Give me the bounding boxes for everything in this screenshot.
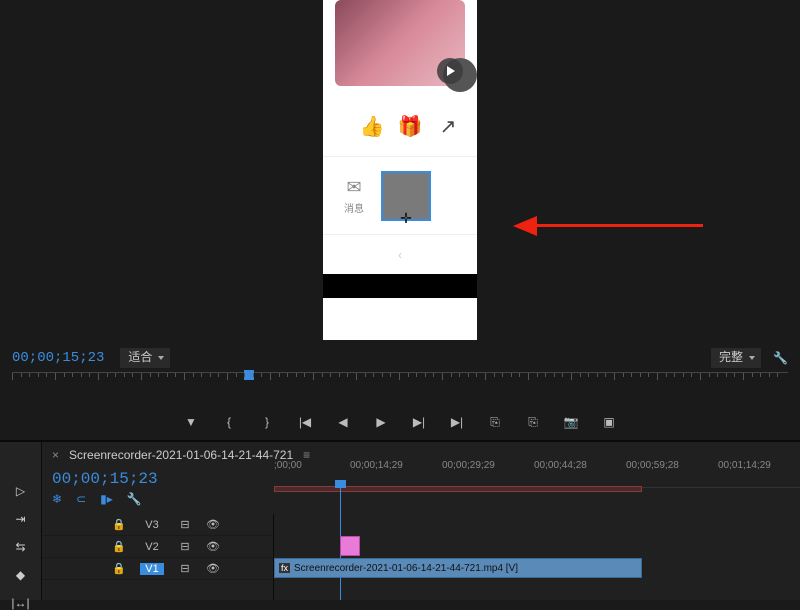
track-label[interactable]: V2 <box>140 541 164 553</box>
ruler-tick: ;00;00 <box>274 460 302 471</box>
track-v2-header[interactable]: 🔒 V2 ⊟ 👁 <box>42 536 273 558</box>
ruler-tick: 00;00;59;28 <box>626 460 679 471</box>
eye-icon[interactable]: 👁 <box>206 518 220 531</box>
track-v1-header[interactable]: 🔒 V1 ⊟ 👁 <box>42 558 273 580</box>
transport-controls: ▼ { } |◀ ◀ ▶ ▶| ▶| ⎘ ⎘ 📷 ▣ <box>0 408 800 436</box>
mark-out-button[interactable]: } <box>258 413 276 431</box>
mark-in-button[interactable]: { <box>220 413 238 431</box>
goto-out-button[interactable]: ▶| <box>448 413 466 431</box>
program-timecode[interactable]: 00;00;15;23 <box>12 350 104 366</box>
letterbox-bar <box>323 274 477 298</box>
ruler-tick: 00;00;14;29 <box>350 460 403 471</box>
slip-tool-icon[interactable]: |↔| <box>11 596 31 610</box>
linked-selection-icon[interactable]: ⊂ <box>76 492 86 506</box>
clip-mosaic[interactable] <box>340 536 360 556</box>
preview-icon-row: 👍 🎁 ↗ <box>323 96 477 156</box>
step-back-button[interactable]: ◀ <box>334 413 352 431</box>
track-v3-header[interactable]: 🔒 V3 ⊟ 👁 <box>42 514 273 536</box>
track-label[interactable]: V1 <box>140 563 164 575</box>
razor-tool-icon[interactable]: ◆ <box>11 568 31 582</box>
lock-icon[interactable]: 🔒 <box>112 518 126 531</box>
track-select-tool-icon[interactable]: ⇥ <box>11 512 31 526</box>
timeline-options: ❄ ⊂ ▮▸ 🔧 <box>52 492 142 506</box>
clip-label: Screenrecorder-2021-01-06-14-21-44-721.m… <box>294 563 518 574</box>
sequence-tab[interactable]: × Screenrecorder-2021-01-06-14-21-44-721… <box>52 448 310 462</box>
track-headers: 🔒 V3 ⊟ 👁 🔒 V2 ⊟ 👁 🔒 V1 ⊟ 👁 <box>42 514 274 600</box>
step-forward-button[interactable]: ▶| <box>410 413 428 431</box>
timeline-timecode[interactable]: 00;00;15;23 <box>52 470 158 488</box>
toggle-output-icon[interactable]: ⊟ <box>178 562 192 575</box>
program-monitor: 👍 🎁 ↗ ✉ 消息 ✛ ‹ <box>0 0 800 355</box>
close-tab-icon[interactable]: × <box>52 448 59 462</box>
zoom-fit-dropdown[interactable]: 适合 <box>120 348 170 368</box>
play-icon <box>437 58 463 84</box>
settings-wrench-icon[interactable]: 🔧 <box>127 492 142 506</box>
ruler-tick: 00;00;29;29 <box>442 460 495 471</box>
button-editor-button[interactable]: ▣ <box>600 413 618 431</box>
lock-icon[interactable]: 🔒 <box>112 562 126 575</box>
add-marker-button[interactable]: ▼ <box>182 413 200 431</box>
play-button[interactable]: ▶ <box>372 413 390 431</box>
preview-frame: 👍 🎁 ↗ ✉ 消息 ✛ ‹ <box>323 0 477 340</box>
quality-dropdown[interactable]: 完整 <box>711 348 761 368</box>
ruler-tick: 00;01;14;29 <box>718 460 771 471</box>
envelope-icon: ✉ <box>331 177 377 198</box>
eye-icon[interactable]: 👁 <box>206 540 220 553</box>
gift-icon: 🎁 <box>397 113 423 139</box>
timeline-clips-area[interactable]: ;00;00 00;00;14;29 00;00;29;29 00;00;44;… <box>274 514 800 600</box>
mosaic-effect-box[interactable]: ✛ <box>381 171 431 221</box>
thumbs-up-icon: 👍 <box>359 113 385 139</box>
selection-tool-icon[interactable]: ▷ <box>11 484 31 498</box>
time-ruler[interactable]: ;00;00 00;00;14;29 00;00;29;29 00;00;44;… <box>274 458 800 488</box>
lock-icon[interactable]: 🔒 <box>112 540 126 553</box>
work-area-bar[interactable] <box>274 486 642 492</box>
sequence-name: Screenrecorder-2021-01-06-14-21-44-721 <box>69 448 293 462</box>
lift-button[interactable]: ⎘ <box>486 413 504 431</box>
toggle-output-icon[interactable]: ⊟ <box>178 540 192 553</box>
preview-tab-message: ✉ 消息 <box>331 177 377 215</box>
export-frame-button[interactable]: 📷 <box>562 413 580 431</box>
settings-icon[interactable]: 🔧 <box>773 351 788 365</box>
tool-palette: ▷ ⇥ ⇆ ◆ |↔| <box>0 442 42 600</box>
clip-video-main[interactable]: fx Screenrecorder-2021-01-06-14-21-44-72… <box>274 558 642 578</box>
share-icon: ↗ <box>435 113 461 139</box>
fx-badge: fx <box>279 563 290 573</box>
chevron-left-icon: ‹ <box>398 248 402 262</box>
crosshair-icon: ✛ <box>400 210 412 227</box>
program-zoom-ruler[interactable] <box>12 372 788 388</box>
track-label[interactable]: V3 <box>140 519 164 531</box>
preview-back-row: ‹ <box>323 234 477 274</box>
timeline-panel: ▷ ⇥ ⇆ ◆ |↔| × Screenrecorder-2021-01-06-… <box>0 442 800 600</box>
toggle-output-icon[interactable]: ⊟ <box>178 518 192 531</box>
ruler-tick: 00;00;44;28 <box>534 460 587 471</box>
annotation-arrow <box>513 216 703 236</box>
snap-icon[interactable]: ❄ <box>52 492 62 506</box>
program-controls-row: 00;00;15;23 适合 完整 🔧 <box>0 346 800 370</box>
goto-in-button[interactable]: |◀ <box>296 413 314 431</box>
ripple-tool-icon[interactable]: ⇆ <box>11 540 31 554</box>
marker-icon[interactable]: ▮▸ <box>100 492 113 506</box>
preview-tab-label: 消息 <box>344 204 364 215</box>
eye-icon[interactable]: 👁 <box>206 562 220 575</box>
extract-button[interactable]: ⎘ <box>524 413 542 431</box>
